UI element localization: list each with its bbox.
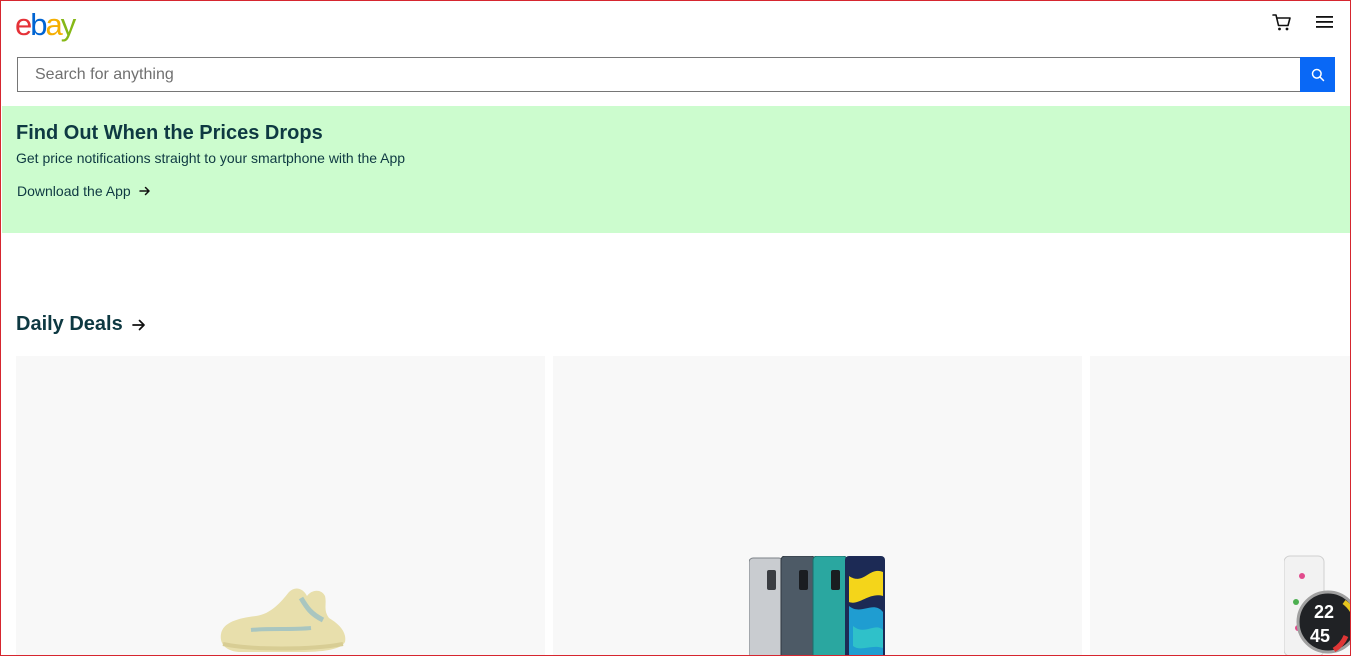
logo-letter-a: a: [45, 7, 63, 42]
cart-button[interactable]: [1271, 11, 1293, 33]
search-input[interactable]: [17, 57, 1300, 92]
svg-text:45: 45: [1310, 626, 1330, 646]
header: ebay: [1, 1, 1350, 51]
deal-card[interactable]: 22 45: [1090, 356, 1350, 655]
app-promo-banner: Find Out When the Prices Drops Get price…: [2, 106, 1350, 233]
cart-icon: [1272, 14, 1291, 31]
search-button[interactable]: [1300, 57, 1335, 92]
page-frame: ebay Find Out When t: [0, 0, 1351, 656]
deal-card[interactable]: [16, 356, 545, 655]
svg-text:22: 22: [1314, 602, 1334, 622]
banner-title: Find Out When the Prices Drops: [16, 122, 323, 144]
sneaker-image: [220, 588, 346, 652]
logo-letter-y: y: [60, 7, 76, 42]
daily-deals-heading[interactable]: Daily Deals: [16, 313, 146, 336]
logo-letter-e: e: [15, 7, 32, 42]
ebay-logo[interactable]: ebay: [15, 7, 76, 43]
download-app-link[interactable]: Download the App: [17, 183, 151, 199]
arrow-right-icon: [138, 186, 150, 196]
smartphones-image: [749, 556, 885, 655]
hamburger-menu-icon: [1316, 16, 1333, 28]
logo-letter-b: b: [30, 7, 47, 42]
deal-card[interactable]: [553, 356, 1082, 655]
download-app-label: Download the App: [17, 183, 131, 199]
search-icon: [1311, 68, 1324, 81]
smartwatch-image: 22 45: [1284, 555, 1350, 655]
arrow-right-icon: [131, 319, 145, 330]
daily-deals-title: Daily Deals: [16, 313, 123, 335]
banner-subtitle: Get price notifications straight to your…: [16, 150, 406, 166]
search-bar: [17, 57, 1335, 92]
menu-button[interactable]: [1314, 11, 1336, 33]
